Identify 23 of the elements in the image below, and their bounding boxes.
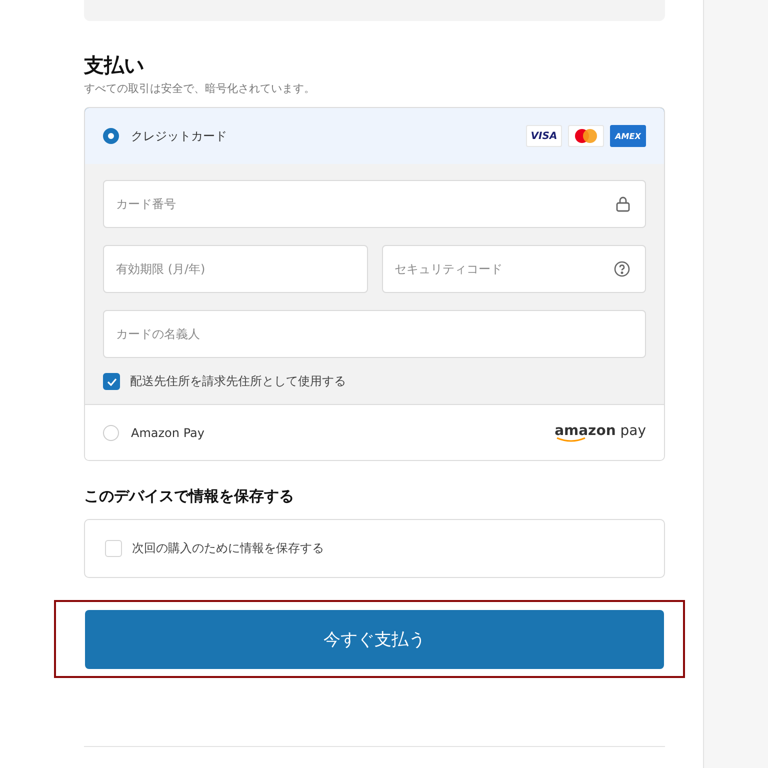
payment-option[interactable]: クレジットカード VISA AMEX [85,108,664,165]
checkbox-label: 配送先住所を請求先住所として使用する [130,373,346,390]
checkbox[interactable] [103,373,120,390]
input-field[interactable]: カード番号 [103,180,646,228]
mastercard-icon [575,129,597,143]
option-label: Amazon Pay [131,426,206,440]
amazon-pay-logo: amazon pay [554,423,646,442]
input-field[interactable]: カードの名義人 [103,310,646,358]
pay-now-button[interactable]: 今すぐ支払う [85,610,664,669]
input-field[interactable]: 有効期限 (月/年) [103,245,368,293]
input-field[interactable]: セキュリティコード [382,245,646,293]
lock-icon [616,196,630,212]
section-title: 支払い [84,52,145,78]
checkbox-label: 次回の購入のために情報を保存する [132,540,324,557]
amex-logo: AMEX [610,125,646,147]
payment-option[interactable]: Amazon Pay amazon pay [85,404,664,460]
section-title: このデバイスで情報を保存する [84,486,295,506]
visa-logo: VISA [526,125,562,147]
help-icon [614,261,630,277]
radio-button[interactable] [103,128,119,144]
section-subtitle: すべての取引は安全で、暗号化されています。 [84,81,316,97]
option-label: クレジットカード [131,128,228,144]
checkmark-icon [106,378,116,386]
